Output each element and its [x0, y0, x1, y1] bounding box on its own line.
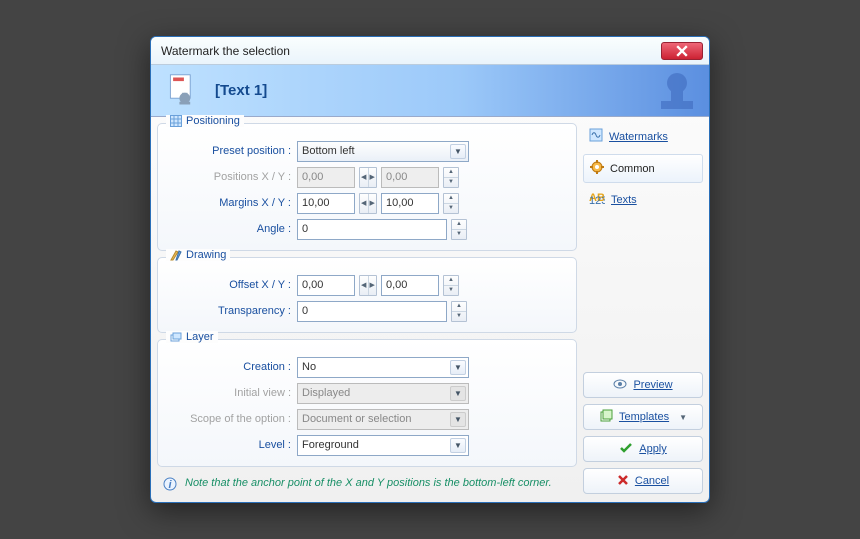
position-y-input — [381, 167, 439, 188]
main-content: Positioning Preset position : Bottom lef… — [151, 117, 709, 502]
svg-text:123: 123 — [589, 195, 605, 204]
level-select[interactable]: Foreground ▼ — [297, 435, 469, 456]
header-stamp-decoration-icon — [639, 69, 699, 116]
titlebar: Watermark the selection — [151, 37, 709, 65]
close-button[interactable] — [661, 42, 703, 60]
chevron-down-icon: ▼ — [450, 438, 466, 453]
positioning-group: Positioning Preset position : Bottom lef… — [157, 123, 577, 251]
check-icon — [619, 442, 633, 457]
scope-select: Document or selection ▼ — [297, 409, 469, 430]
angle-input[interactable] — [297, 219, 447, 240]
drawing-group: Drawing Offset X / Y : ◀▶ ▲▼ Transparenc… — [157, 257, 577, 333]
offset-lr-stepper[interactable]: ◀▶ — [359, 275, 377, 296]
position-lr-stepper[interactable]: ◀▶ — [359, 167, 377, 188]
templates-button[interactable]: Templates ▼ — [583, 404, 703, 430]
eye-icon — [613, 379, 627, 392]
tab-watermarks[interactable]: Watermarks — [583, 123, 703, 150]
initial-view-select: Displayed ▼ — [297, 383, 469, 404]
preview-button[interactable]: Preview — [583, 372, 703, 398]
chevron-down-icon: ▼ — [450, 144, 466, 159]
header-band: [Text 1] — [151, 65, 709, 117]
tab-common[interactable]: Common — [583, 154, 703, 183]
action-buttons: Preview Templates ▼ Apply — [583, 332, 703, 494]
angle-label: Angle : — [166, 223, 291, 235]
transparency-input[interactable] — [297, 301, 447, 322]
tab-texts[interactable]: ABC123 Texts — [583, 187, 703, 212]
right-pane: Watermarks Common ABC123 Texts — [583, 123, 703, 494]
scope-label: Scope of the option : — [166, 413, 291, 425]
header-title: [Text 1] — [215, 82, 267, 99]
creation-label: Creation : — [166, 361, 291, 373]
watermark-icon — [589, 128, 603, 145]
offset-xy-label: Offset X / Y : — [166, 279, 291, 291]
angle-stepper[interactable]: ▲▼ — [451, 219, 467, 240]
grid-icon — [170, 115, 182, 127]
preset-position-select[interactable]: Bottom left ▼ — [297, 141, 469, 162]
margin-y-stepper[interactable]: ▲▼ — [443, 193, 459, 214]
info-icon: i — [163, 477, 177, 494]
drawing-legend: Drawing — [166, 249, 230, 261]
level-label: Level : — [166, 439, 291, 451]
pencil-brush-icon — [170, 249, 182, 261]
chevron-down-icon: ▼ — [450, 386, 466, 401]
chevron-down-icon: ▼ — [679, 413, 687, 422]
margins-xy-label: Margins X / Y : — [166, 197, 291, 209]
offset-y-stepper[interactable]: ▲▼ — [443, 275, 459, 296]
templates-icon — [599, 409, 613, 426]
layer-legend: Layer — [166, 331, 218, 343]
offset-x-input[interactable] — [297, 275, 355, 296]
note-text: Note that the anchor point of the X and … — [185, 477, 552, 489]
note-row: i Note that the anchor point of the X an… — [157, 473, 577, 494]
chevron-down-icon: ▼ — [450, 360, 466, 375]
layers-icon — [170, 331, 182, 343]
layer-group: Layer Creation : No ▼ Initial view : Dis… — [157, 339, 577, 467]
transparency-stepper[interactable]: ▲▼ — [451, 301, 467, 322]
apply-button[interactable]: Apply — [583, 436, 703, 462]
header-document-stamp-icon — [165, 73, 201, 109]
positions-xy-label: Positions X / Y : — [166, 171, 291, 183]
creation-select[interactable]: No ▼ — [297, 357, 469, 378]
position-y-stepper[interactable]: ▲▼ — [443, 167, 459, 188]
margin-lr-stepper[interactable]: ◀▶ — [359, 193, 377, 214]
margin-y-input[interactable] — [381, 193, 439, 214]
dialog-window: Watermark the selection [Text 1] — [150, 36, 710, 503]
margin-x-input[interactable] — [297, 193, 355, 214]
window-title: Watermark the selection — [161, 44, 290, 58]
preset-position-label: Preset position : — [166, 145, 291, 157]
text-icon: ABC123 — [589, 192, 605, 207]
form-pane: Positioning Preset position : Bottom lef… — [157, 123, 577, 494]
chevron-down-icon: ▼ — [450, 412, 466, 427]
cancel-icon — [617, 474, 629, 489]
gear-icon — [590, 160, 604, 177]
transparency-label: Transparency : — [166, 305, 291, 317]
offset-y-input[interactable] — [381, 275, 439, 296]
positioning-legend: Positioning — [166, 115, 244, 127]
cancel-button[interactable]: Cancel — [583, 468, 703, 494]
initial-view-label: Initial view : — [166, 387, 291, 399]
position-x-input — [297, 167, 355, 188]
close-icon — [676, 45, 688, 57]
